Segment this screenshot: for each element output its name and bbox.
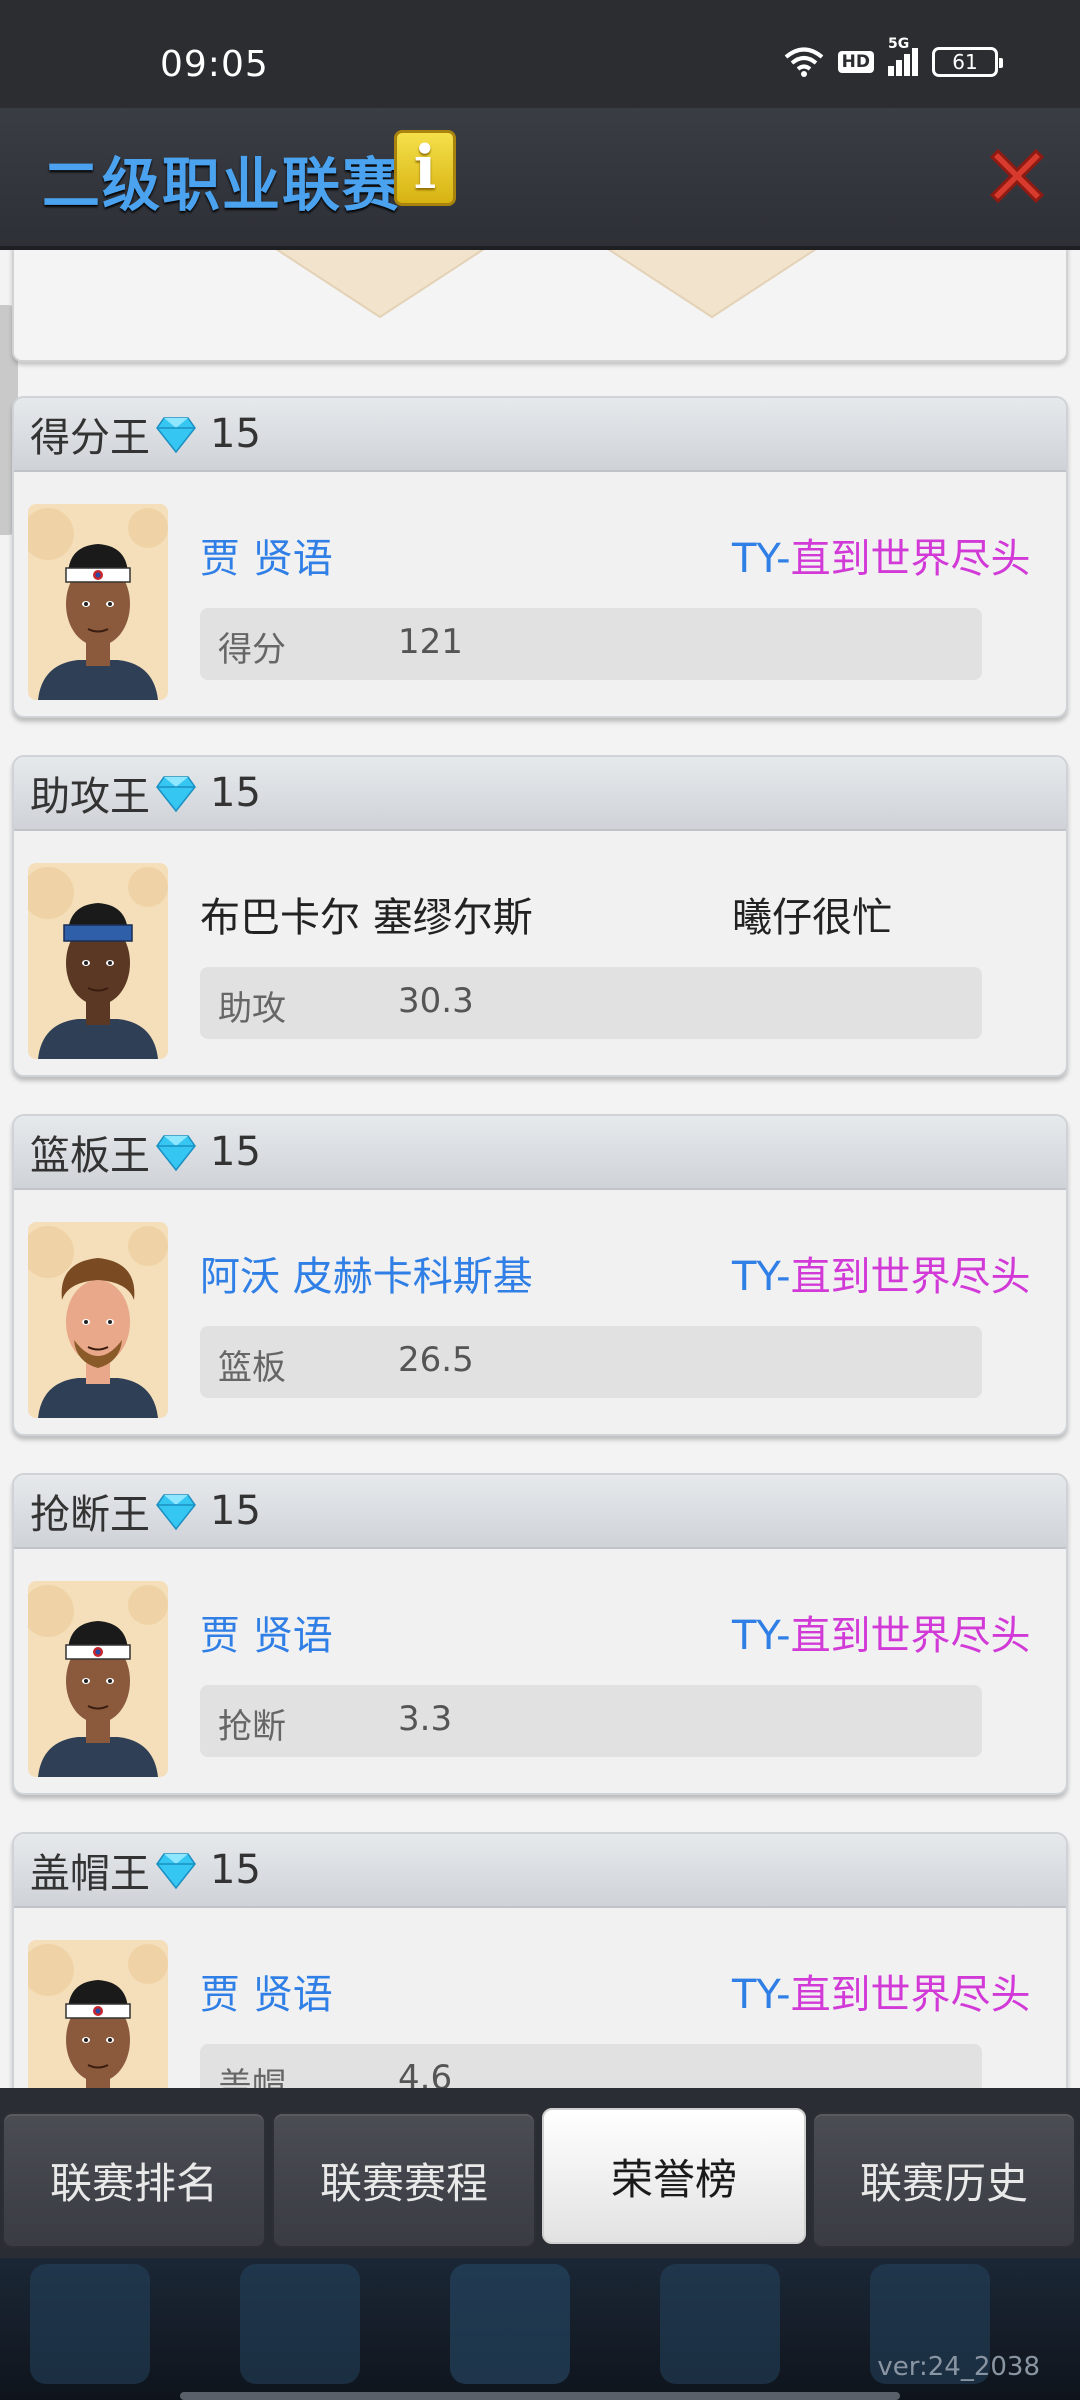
team-title: 直到世界尽头 [790, 1613, 1031, 1659]
award-card: 篮板王 15 阿沃 皮赫卡科斯基 TY-直到世界尽头 篮板 26.5 [12, 1114, 1068, 1436]
honor-list[interactable]: 得分王 15 贾 贤语 TY-直到世界尽头 得分 121 助攻王 15 布巴卡尔… [0, 250, 1080, 2088]
gem-icon [156, 1135, 196, 1172]
player-avatar[interactable] [28, 504, 168, 700]
award-reward: 15 [210, 411, 261, 457]
award-reward: 15 [210, 770, 261, 816]
footer-nav-icon[interactable] [660, 2264, 780, 2384]
gem-icon [156, 1494, 196, 1531]
team-title: 曦仔很忙 [732, 895, 892, 941]
version-label: ver:24_2038 [877, 2352, 1040, 2382]
decor-shape [275, 250, 485, 319]
award-card: 助攻王 15 布巴卡尔 塞缪尔斯 曦仔很忙 助攻 30.3 [12, 755, 1068, 1077]
network-type: 5G [888, 36, 910, 52]
award-reward: 15 [210, 1488, 261, 1534]
award-title: 抢断王 [30, 1492, 150, 1538]
info-icon: i [413, 133, 437, 203]
award-reward: 15 [210, 1129, 261, 1175]
award-card: 抢断王 15 贾 贤语 TY-直到世界尽头 抢断 3.3 [12, 1473, 1068, 1795]
award-header: 助攻王 15 [14, 757, 1066, 831]
tab-bar: 联赛排名 联赛赛程 荣誉榜 联赛历史 [0, 2088, 1080, 2258]
team-name[interactable]: 曦仔很忙 [732, 885, 892, 943]
gem-icon [156, 417, 196, 454]
player-avatar[interactable] [28, 1222, 168, 1418]
hd-badge: HD [837, 51, 874, 73]
decor-shape [607, 250, 817, 319]
clock: 09:05 [160, 44, 269, 85]
home-indicator[interactable] [180, 2392, 900, 2400]
stat-value: 26.5 [398, 1340, 474, 1380]
team-name[interactable]: TY-直到世界尽头 [732, 1244, 1031, 1302]
page-title: 二级职业联赛 [42, 151, 403, 219]
award-title: 篮板王 [30, 1133, 150, 1179]
award-reward: 15 [210, 1847, 261, 1893]
award-title: 助攻王 [30, 774, 150, 820]
stat-label: 助攻 [218, 989, 286, 1029]
award-header: 篮板王 15 [14, 1116, 1066, 1190]
battery-level: 61 [952, 50, 978, 74]
team-name[interactable]: TY-直到世界尽头 [732, 1962, 1031, 2020]
player-name[interactable]: 贾 贤语 [200, 1962, 333, 2020]
footer: ver:24_2038 [0, 2258, 1080, 2400]
stat-bar: 盖帽 4.6 [200, 2044, 982, 2088]
player-name[interactable]: 布巴卡尔 塞缪尔斯 [200, 885, 533, 943]
tab-league-ranking[interactable]: 联赛排名 [2, 2112, 266, 2248]
stat-label: 篮板 [218, 1348, 286, 1388]
gem-icon [156, 776, 196, 813]
player-avatar[interactable] [28, 1940, 168, 2088]
player-name[interactable]: 阿沃 皮赫卡科斯基 [200, 1244, 533, 1302]
team-name[interactable]: TY-直到世界尽头 [732, 526, 1031, 584]
stat-value: 30.3 [398, 981, 474, 1021]
stat-bar: 得分 121 [200, 608, 982, 680]
award-card: 得分王 15 贾 贤语 TY-直到世界尽头 得分 121 [12, 396, 1068, 718]
award-header: 抢断王 15 [14, 1475, 1066, 1549]
award-title: 得分王 [30, 415, 150, 461]
player-avatar[interactable] [28, 863, 168, 1059]
award-card: 盖帽王 15 贾 贤语 TY-直到世界尽头 盖帽 4.6 [12, 1832, 1068, 2088]
award-title: 盖帽王 [30, 1851, 150, 1897]
player-name[interactable]: 贾 贤语 [200, 526, 333, 584]
stat-label: 抢断 [218, 1707, 286, 1747]
stat-value: 4.6 [398, 2058, 453, 2088]
team-prefix: TY- [732, 1972, 791, 2018]
stat-label: 盖帽 [218, 2066, 286, 2088]
award-header: 得分王 15 [14, 398, 1066, 472]
player-avatar[interactable] [28, 1581, 168, 1777]
team-prefix: TY- [732, 1613, 791, 1659]
gem-icon [156, 1853, 196, 1890]
stat-bar: 助攻 30.3 [200, 967, 982, 1039]
close-icon[interactable] [984, 143, 1050, 209]
team-name[interactable]: TY-直到世界尽头 [732, 1603, 1031, 1661]
team-title: 直到世界尽头 [790, 1254, 1031, 1300]
footer-nav-icon[interactable] [30, 2264, 150, 2384]
info-button[interactable]: i [394, 130, 456, 206]
player-name[interactable]: 贾 贤语 [200, 1603, 333, 1661]
title-bar: 二级职业联赛 i [0, 108, 1080, 250]
award-header: 盖帽王 15 [14, 1834, 1066, 1908]
stat-value: 3.3 [398, 1699, 453, 1739]
team-prefix: TY- [732, 536, 791, 582]
team-title: 直到世界尽头 [790, 536, 1031, 582]
footer-nav-icon[interactable] [240, 2264, 360, 2384]
status-bar: 09:05 HD 5G 61 [0, 0, 1080, 108]
wifi-icon [784, 47, 823, 77]
footer-nav-icon[interactable] [450, 2264, 570, 2384]
team-title: 直到世界尽头 [790, 1972, 1031, 2018]
tab-honor-board[interactable]: 荣誉榜 [542, 2108, 806, 2244]
status-icons: HD 5G 61 [784, 36, 1003, 78]
stat-bar: 抢断 3.3 [200, 1685, 982, 1757]
battery-icon: 61 [932, 47, 1003, 77]
tab-league-history[interactable]: 联赛历史 [812, 2112, 1076, 2248]
stat-label: 得分 [218, 630, 286, 670]
previous-card [12, 250, 1068, 362]
stat-bar: 篮板 26.5 [200, 1326, 982, 1398]
stat-value: 121 [398, 622, 463, 662]
tab-league-schedule[interactable]: 联赛赛程 [272, 2112, 536, 2248]
team-prefix: TY- [732, 1254, 791, 1300]
signal-icon: 5G [888, 36, 918, 76]
